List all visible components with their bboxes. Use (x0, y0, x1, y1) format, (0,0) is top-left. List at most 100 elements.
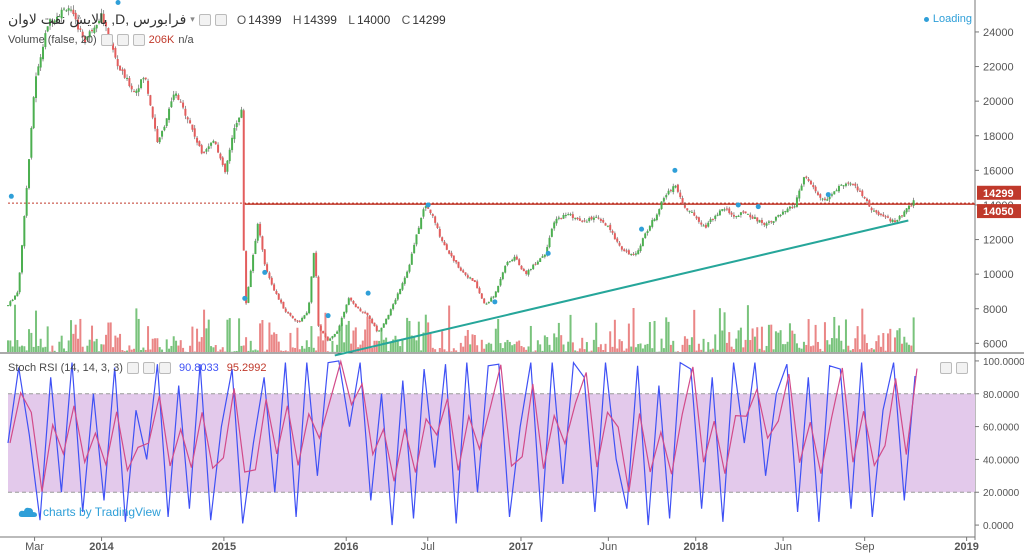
candle-body (864, 197, 866, 198)
candle-body (191, 125, 193, 130)
pane-move-up-icon[interactable] (940, 362, 952, 374)
volume-bar (387, 351, 389, 352)
stoch-close-icon[interactable] (159, 362, 171, 374)
candle-body (675, 186, 677, 188)
settings-icon[interactable] (215, 14, 227, 26)
volume-bar (579, 348, 581, 352)
candle-body (145, 78, 147, 80)
price-tick-label: 18000 (983, 131, 1014, 143)
chart-svg[interactable]: 6000800010000120001400016000180002000022… (0, 0, 1024, 554)
volume-bar (341, 323, 343, 352)
volume-bar (670, 345, 672, 352)
volume-bar (714, 334, 716, 352)
candle-body (399, 289, 401, 294)
candle-body (170, 101, 172, 107)
volume-settings-icon[interactable] (117, 34, 129, 46)
candle-body (815, 187, 817, 192)
candle-body (516, 257, 518, 260)
tradingview-watermark[interactable]: charts by TradingView (18, 505, 161, 519)
loading-dot-icon (924, 17, 929, 22)
symbol-title: بالایش نفت لاوان ,D, فرابورس (8, 11, 186, 28)
candle-body (640, 246, 642, 251)
volume-bar (464, 336, 466, 352)
volume-bar (124, 351, 126, 352)
candle-body (140, 79, 142, 88)
candle-body (619, 243, 621, 246)
volume-bar (507, 340, 509, 352)
stoch-eye-icon[interactable] (127, 362, 139, 374)
candle-body (602, 220, 604, 223)
candle-body (826, 199, 828, 200)
candle-body (763, 223, 765, 225)
candle-body (474, 280, 476, 282)
candle-body (154, 118, 156, 129)
candle-body (215, 142, 217, 145)
pane-maximize-icon[interactable] (956, 362, 968, 374)
candle-body (392, 304, 394, 309)
volume-bar (808, 319, 810, 352)
volume-bar (661, 339, 663, 352)
candle-body (665, 195, 667, 197)
candle-body (913, 200, 915, 205)
volume-bar (861, 309, 863, 352)
trendline (335, 221, 909, 356)
time-tick-label: 2015 (212, 541, 236, 553)
volume-bar (805, 345, 807, 352)
volume-bar (215, 345, 217, 352)
candle-body (268, 273, 270, 279)
volume-bar (133, 349, 135, 352)
candle-body (21, 245, 23, 272)
volume-bar (273, 332, 275, 352)
candle-body (166, 118, 168, 126)
volume-bar (493, 350, 495, 352)
stoch-settings-icon[interactable] (143, 362, 155, 374)
volume-bar (86, 346, 88, 352)
candle-body (567, 214, 569, 215)
candle-body (229, 150, 231, 161)
candle-body (362, 312, 364, 313)
volume-bar (574, 350, 576, 352)
volume-eye-icon[interactable] (101, 34, 113, 46)
volume-bar (98, 351, 100, 352)
price-tag-label: 14050 (983, 206, 1014, 218)
signal-marker (826, 192, 831, 197)
candle-body (450, 253, 452, 256)
volume-bar (65, 351, 67, 352)
candle-body (352, 301, 354, 304)
volume-bar (707, 342, 709, 352)
candle-body (705, 225, 707, 228)
candle-body (14, 296, 16, 300)
candle-body (654, 219, 656, 221)
symbol-dropdown-icon[interactable]: ▾ (190, 14, 195, 25)
volume-label: Volume (false, 20) (8, 34, 97, 46)
candle-body (703, 225, 705, 226)
volume-bar (763, 350, 765, 352)
volume-bar (135, 308, 137, 352)
candle-body (782, 212, 784, 215)
volume-bar (145, 350, 147, 352)
volume-bar (509, 342, 511, 352)
candle-body (296, 320, 298, 321)
volume-bar (712, 349, 714, 352)
volume-bar (906, 343, 908, 352)
candle-body (598, 218, 600, 219)
volume-bar (852, 349, 854, 352)
candle-body (642, 238, 644, 246)
candle-body (637, 250, 639, 254)
volume-bar (75, 325, 77, 352)
volume-bar (138, 319, 140, 352)
ohlc-low-key: L (348, 13, 355, 27)
time-tick-label: 2017 (509, 541, 533, 553)
volume-close-icon[interactable] (133, 34, 145, 46)
volume-bar (525, 350, 527, 352)
candle-body (504, 266, 506, 273)
volume-bar (100, 344, 102, 352)
loading-indicator: Loading (924, 13, 972, 25)
volume-bar (516, 342, 518, 352)
candle-body (238, 118, 240, 122)
candle-body (173, 95, 175, 100)
volume-group (7, 305, 915, 352)
eye-icon[interactable] (199, 14, 211, 26)
volume-bar (82, 347, 84, 352)
price-tick-label: 16000 (983, 165, 1014, 177)
